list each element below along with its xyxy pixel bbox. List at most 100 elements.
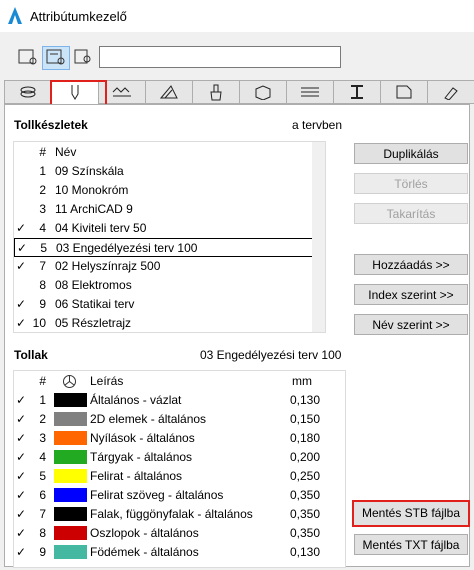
cube-icon xyxy=(255,85,271,100)
page-search-icon xyxy=(74,49,91,64)
pen-sets-list[interactable]: # Név 1 09 Színskála 2 10 Monokróm 3 11 Arc… xyxy=(13,141,326,333)
save-stb-button[interactable]: Mentés STB fájlba xyxy=(352,500,470,527)
row-desc: Nyílások - általános xyxy=(90,431,195,445)
row-num: 3 xyxy=(39,202,46,216)
pen-color-swatch[interactable] xyxy=(54,545,87,559)
row-mm[interactable]: 0,250 xyxy=(290,467,320,486)
row-mm[interactable]: 0,180 xyxy=(290,429,320,448)
row-name: 10 Monokróm xyxy=(55,183,129,197)
row-desc: Felirat - általános xyxy=(90,469,183,483)
table-row[interactable]: ✓ 3 Nyílások - általános 0,180 xyxy=(14,429,325,448)
pen-color-swatch[interactable] xyxy=(54,450,87,464)
row-desc: Födémek - általános xyxy=(90,545,199,559)
purge-button[interactable]: Takarítás xyxy=(354,203,468,224)
save-txt-button[interactable]: Mentés TXT fájlba xyxy=(354,534,468,555)
row-num: 7 xyxy=(39,259,46,273)
row-mm[interactable]: 0,200 xyxy=(290,448,320,467)
row-num: 8 xyxy=(39,278,46,292)
row-num: 2 xyxy=(39,412,46,426)
table-row[interactable]: ✓ 5 Felirat - általános 0,250 xyxy=(14,467,325,486)
row-mm[interactable]: 0,350 xyxy=(290,524,320,543)
row-desc: Oszlopok - általános xyxy=(90,526,199,540)
search-input[interactable] xyxy=(99,46,341,68)
row-desc: 2D elemek - általános xyxy=(90,412,207,426)
row-name: 08 Elektromos xyxy=(55,278,132,292)
table-row[interactable]: 2 10 Monokróm xyxy=(14,181,325,200)
row-desc: Felirat szöveg - általános xyxy=(90,488,224,502)
pen-color-swatch[interactable] xyxy=(54,488,87,502)
row-num: 4 xyxy=(39,450,46,464)
pen-color-swatch[interactable] xyxy=(54,393,87,407)
tab-fills[interactable] xyxy=(145,80,193,104)
row-mm[interactable]: 0,130 xyxy=(290,543,320,562)
table-row[interactable]: 8 08 Elektromos xyxy=(14,276,325,295)
table-row[interactable]: ✓ 9 Födémek - általános 0,130 xyxy=(14,543,325,562)
pen-sets-scope: a tervben xyxy=(292,118,343,132)
row-name: 11 ArchiCAD 9 xyxy=(55,202,133,216)
delete-button[interactable]: Törlés xyxy=(354,173,468,194)
pen-color-swatch[interactable] xyxy=(54,507,87,521)
table-row[interactable]: 1 09 Színskála xyxy=(14,162,325,181)
row-num: 9 xyxy=(39,545,46,559)
row-num: 5 xyxy=(40,241,47,255)
pen-color-swatch[interactable] xyxy=(54,431,87,445)
tab-materials[interactable] xyxy=(192,80,240,104)
table-row[interactable]: 3 11 ArchiCAD 9 xyxy=(14,200,325,219)
row-num: 8 xyxy=(39,526,46,540)
pen-color-swatch[interactable] xyxy=(54,412,87,426)
pen-color-icon xyxy=(63,375,76,388)
table-row[interactable]: ✓ 6 Felirat szöveg - általános 0,350 xyxy=(14,486,325,505)
header-name: Név xyxy=(55,145,77,159)
tab-profiles[interactable] xyxy=(333,80,381,104)
pens-title: Tollak xyxy=(14,348,48,362)
row-mm[interactable]: 0,150 xyxy=(290,410,320,429)
row-num: 9 xyxy=(39,297,46,311)
by-index-button[interactable]: Index szerint >> xyxy=(354,284,468,305)
active-tab-highlight xyxy=(50,80,107,106)
table-row[interactable]: ✓ 4 Tárgyak - általános 0,200 xyxy=(14,448,325,467)
line-types-icon xyxy=(112,87,131,97)
row-name: 09 Színskála xyxy=(55,164,124,178)
document-search-icon xyxy=(18,49,37,65)
row-mm[interactable]: 0,350 xyxy=(290,486,320,505)
view-mode-1-button[interactable] xyxy=(14,46,42,70)
pens-list[interactable]: # Leírás mm ✓ 1 Általános - vázlat 0,130 ✓ 2… xyxy=(13,370,346,568)
tab-surfaces[interactable] xyxy=(427,80,474,104)
by-name-button[interactable]: Név szerint >> xyxy=(354,314,468,335)
table-row[interactable]: ✓ 10 05 Részletrajz xyxy=(14,314,325,332)
composite-icon xyxy=(301,87,319,97)
add-button[interactable]: Hozzáadás >> xyxy=(354,254,468,275)
row-desc: Falak, függönyfalak - általános xyxy=(90,507,253,521)
header-num: # xyxy=(39,145,46,159)
row-name: 06 Statikai terv xyxy=(55,297,135,311)
table-row[interactable]: ✓ 8 Oszlopok - általános 0,350 xyxy=(14,524,325,543)
pen-sets-scrollbar[interactable] xyxy=(312,142,325,332)
pens-set-name: 03 Engedélyezési terv 100 xyxy=(200,348,342,362)
view-mode-3-button[interactable] xyxy=(70,46,98,70)
tab-layers[interactable] xyxy=(4,80,52,104)
row-num: 6 xyxy=(39,488,46,502)
row-num: 5 xyxy=(39,469,46,483)
tab-building-materials[interactable] xyxy=(239,80,287,104)
table-row[interactable]: ✓ 7 Falak, függönyfalak - általános 0,350 xyxy=(14,505,325,524)
zone-icon xyxy=(396,85,412,99)
table-row[interactable]: ✓ 1 Általános - vázlat 0,130 xyxy=(14,391,325,410)
row-mm[interactable]: 0,350 xyxy=(290,505,320,524)
pens-header: # Leírás mm xyxy=(14,372,325,391)
surface-brush-icon xyxy=(444,87,458,100)
row-mm[interactable]: 0,130 xyxy=(290,391,320,410)
tab-zones[interactable] xyxy=(380,80,428,104)
table-row[interactable]: ✓ 2 2D elemek - általános 0,150 xyxy=(14,410,325,429)
profile-icon xyxy=(351,85,363,99)
table-row[interactable]: ✓ 4 04 Kiviteli terv 50 xyxy=(14,219,325,238)
pen-color-swatch[interactable] xyxy=(54,469,87,483)
table-row[interactable]: ✓ 9 06 Statikai terv xyxy=(14,295,325,314)
duplicate-button[interactable]: Duplikálás xyxy=(354,143,468,164)
pen-color-swatch[interactable] xyxy=(54,526,87,540)
table-row-selected[interactable]: ✓ 5 03 Engedélyezési terv 100 xyxy=(14,238,325,257)
tab-composites[interactable] xyxy=(286,80,334,104)
row-num: 7 xyxy=(39,507,46,521)
view-mode-2-button[interactable] xyxy=(42,46,70,70)
table-row[interactable]: ✓ 7 02 Helyszínrajz 500 xyxy=(14,257,325,276)
row-desc: Általános - vázlat xyxy=(90,393,182,407)
